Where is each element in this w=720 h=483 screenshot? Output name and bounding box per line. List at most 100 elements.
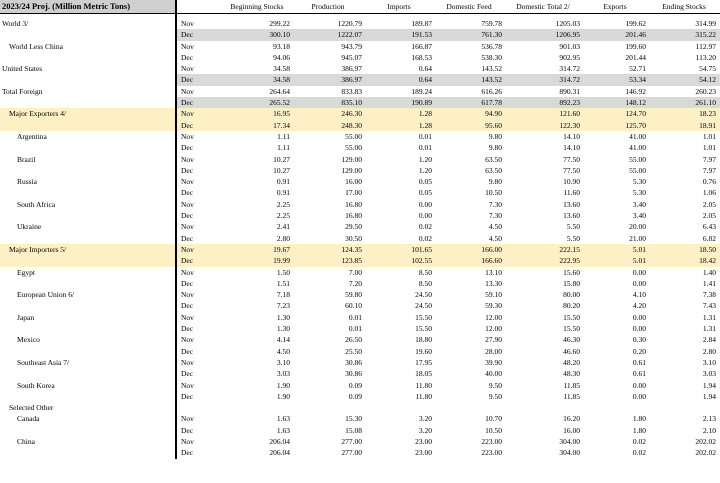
cell-domestic-feed: 12.00 — [485, 324, 502, 334]
header-month-spacer — [175, 0, 222, 14]
month-label: Nov — [175, 379, 222, 391]
month-label: Dec — [175, 142, 222, 154]
region-label: China — [17, 436, 35, 446]
cell-production: 945.07 — [341, 52, 362, 62]
cell-ending-stocks: 315.22 — [648, 29, 720, 41]
month-label: Nov — [175, 176, 222, 188]
cell-exports: 0.30 — [632, 335, 646, 345]
cell-ending-stocks: 202.02 — [695, 436, 716, 446]
table-row: Dec 1.30 0.01 15.50 12.00 15.50 0.00 1.31 — [0, 323, 720, 335]
table-row: Dec 1.11 55.00 0.01 9.80 14.10 41.00 1.01 — [0, 142, 720, 154]
region-label: South Korea — [17, 380, 55, 390]
cell-domestic-feed: 538.30 — [481, 52, 502, 62]
cell-ending-stocks: 2.84 — [702, 335, 716, 345]
table-row: Dec 2.25 16.80 0.00 7.30 13.60 3.40 2.05 — [0, 210, 720, 222]
region-label — [0, 74, 176, 85]
cell-ending-stocks: 7.43 — [702, 301, 716, 311]
cell-imports: 15.50 — [415, 324, 432, 334]
cell-domestic-feed: 536.78 — [481, 41, 502, 51]
cell-ending-stocks: 3.10 — [702, 357, 716, 367]
cell-exports: 0.20 — [632, 346, 646, 356]
cell-domestic-feed: 10.50 — [485, 188, 502, 198]
cell-domestic-total: 1206.95 — [504, 29, 582, 41]
column-header-domestic-feed: Domestic Feed — [434, 0, 504, 14]
month-label: Dec — [175, 232, 222, 244]
cell-exports: 0.61 — [632, 369, 646, 379]
cell-domestic-feed: 13.10 — [485, 267, 502, 277]
cell-production: 123.85 — [292, 255, 364, 267]
cell-beginning-stocks: 19.99 — [222, 255, 292, 267]
cell-domestic-feed: 63.50 — [485, 165, 502, 175]
cell-production: 1220.79 — [337, 19, 362, 28]
cell-beginning-stocks: 1.11 — [277, 131, 290, 141]
region-label: Ukraine — [17, 222, 42, 232]
cell-domestic-feed: 166.00 — [434, 243, 504, 256]
cell-ending-stocks: 6.43 — [702, 222, 716, 232]
cell-domestic-feed: 7.30 — [488, 199, 502, 209]
table-row: Brazil Nov 10.27 129.00 1.20 63.50 77.50 55.00 7… — [0, 153, 720, 165]
cell-beginning-stocks: 1.63 — [276, 425, 290, 435]
cell-imports: 18.80 — [415, 335, 432, 345]
table-row: Dec 1.51 7.20 8.50 13.30 15.80 0.00 1.41 — [0, 277, 720, 290]
cell-imports: 0.05 — [418, 188, 432, 198]
cell-domestic-feed: 4.50 — [488, 222, 502, 232]
cell-exports: 4.20 — [632, 301, 646, 311]
cell-exports: 125.70 — [582, 119, 648, 131]
cell-domestic-total: 314.72 — [559, 64, 580, 74]
region-label — [0, 29, 176, 40]
region-label: Canada — [17, 414, 40, 424]
month-label: Nov — [175, 40, 222, 52]
cell-domestic-total: 13.60 — [563, 211, 580, 221]
table-row: Russia Nov 0.91 16.00 0.05 9.80 10.90 5.30 0.76 — [0, 176, 720, 188]
table-row: Dec 19.99 123.85 102.55 166.60 222.95 5.01 18.4… — [0, 255, 720, 267]
region-label — [0, 119, 176, 131]
table-row: Dec 17.34 248.30 1.28 95.60 122.30 125.70 18.91 — [0, 119, 720, 131]
cell-domestic-feed: 13.30 — [485, 278, 502, 288]
cell-imports — [364, 402, 434, 413]
region-label: Japan — [17, 312, 35, 322]
cell-beginning-stocks: 2.80 — [276, 233, 290, 243]
cell-production: 60.10 — [345, 301, 362, 311]
cell-beginning-stocks: 93.18 — [273, 41, 290, 51]
cell-beginning-stocks: 17.34 — [222, 119, 292, 131]
cell-domestic-total: 11.85 — [563, 380, 580, 390]
cell-domestic-feed: 59.30 — [485, 301, 502, 311]
cell-domestic-total: 304.00 — [559, 448, 580, 458]
cell-production: 55.00 — [345, 143, 362, 153]
cell-domestic-feed: 95.60 — [434, 119, 504, 131]
region-label — [0, 425, 176, 436]
cell-production: 59.80 — [345, 290, 362, 300]
region-label — [0, 346, 176, 357]
cell-production: 246.30 — [292, 108, 364, 120]
cell-domestic-feed: 28.00 — [485, 346, 502, 356]
region-label: Selected Other — [9, 403, 54, 413]
cell-domestic-total: 48.30 — [563, 369, 580, 379]
month-label: Nov — [175, 85, 222, 98]
cell-ending-stocks: 1.40 — [702, 267, 716, 277]
month-label: Dec — [175, 74, 222, 86]
month-label: Nov — [175, 63, 222, 75]
cell-domestic-feed: 27.90 — [485, 335, 502, 345]
cell-ending-stocks: 2.80 — [702, 346, 716, 356]
cell-exports: 199.62 — [625, 19, 646, 28]
cell-ending-stocks: 112.97 — [695, 41, 716, 51]
table-row: Dec 4.50 25.50 19.60 28.00 46.60 0.20 2.80 — [0, 345, 720, 357]
cell-exports: 0.00 — [632, 267, 646, 277]
cell-production: 29.50 — [345, 222, 362, 232]
cell-domestic-feed: 40.00 — [485, 369, 502, 379]
cell-exports: 0.00 — [632, 312, 646, 322]
month-label: Nov — [175, 311, 222, 324]
cell-ending-stocks: 113.20 — [695, 52, 716, 62]
cell-beginning-stocks: 2.25 — [276, 211, 290, 221]
cell-domestic-total: 314.72 — [504, 74, 582, 86]
cell-production: 15.08 — [345, 425, 362, 435]
cell-imports: 168.53 — [411, 52, 432, 62]
cell-exports: 20.00 — [629, 222, 646, 232]
cell-production: 7.00 — [348, 267, 362, 277]
cell-exports: 5.30 — [632, 188, 646, 198]
cell-production: 943.79 — [341, 41, 362, 51]
table-row: Mexico Nov 4.14 26.50 18.80 27.90 46.30 0.30 2.8… — [0, 334, 720, 346]
cell-production: 277.00 — [341, 448, 362, 458]
month-label — [175, 402, 222, 414]
cell-beginning-stocks: 2.25 — [276, 199, 290, 209]
